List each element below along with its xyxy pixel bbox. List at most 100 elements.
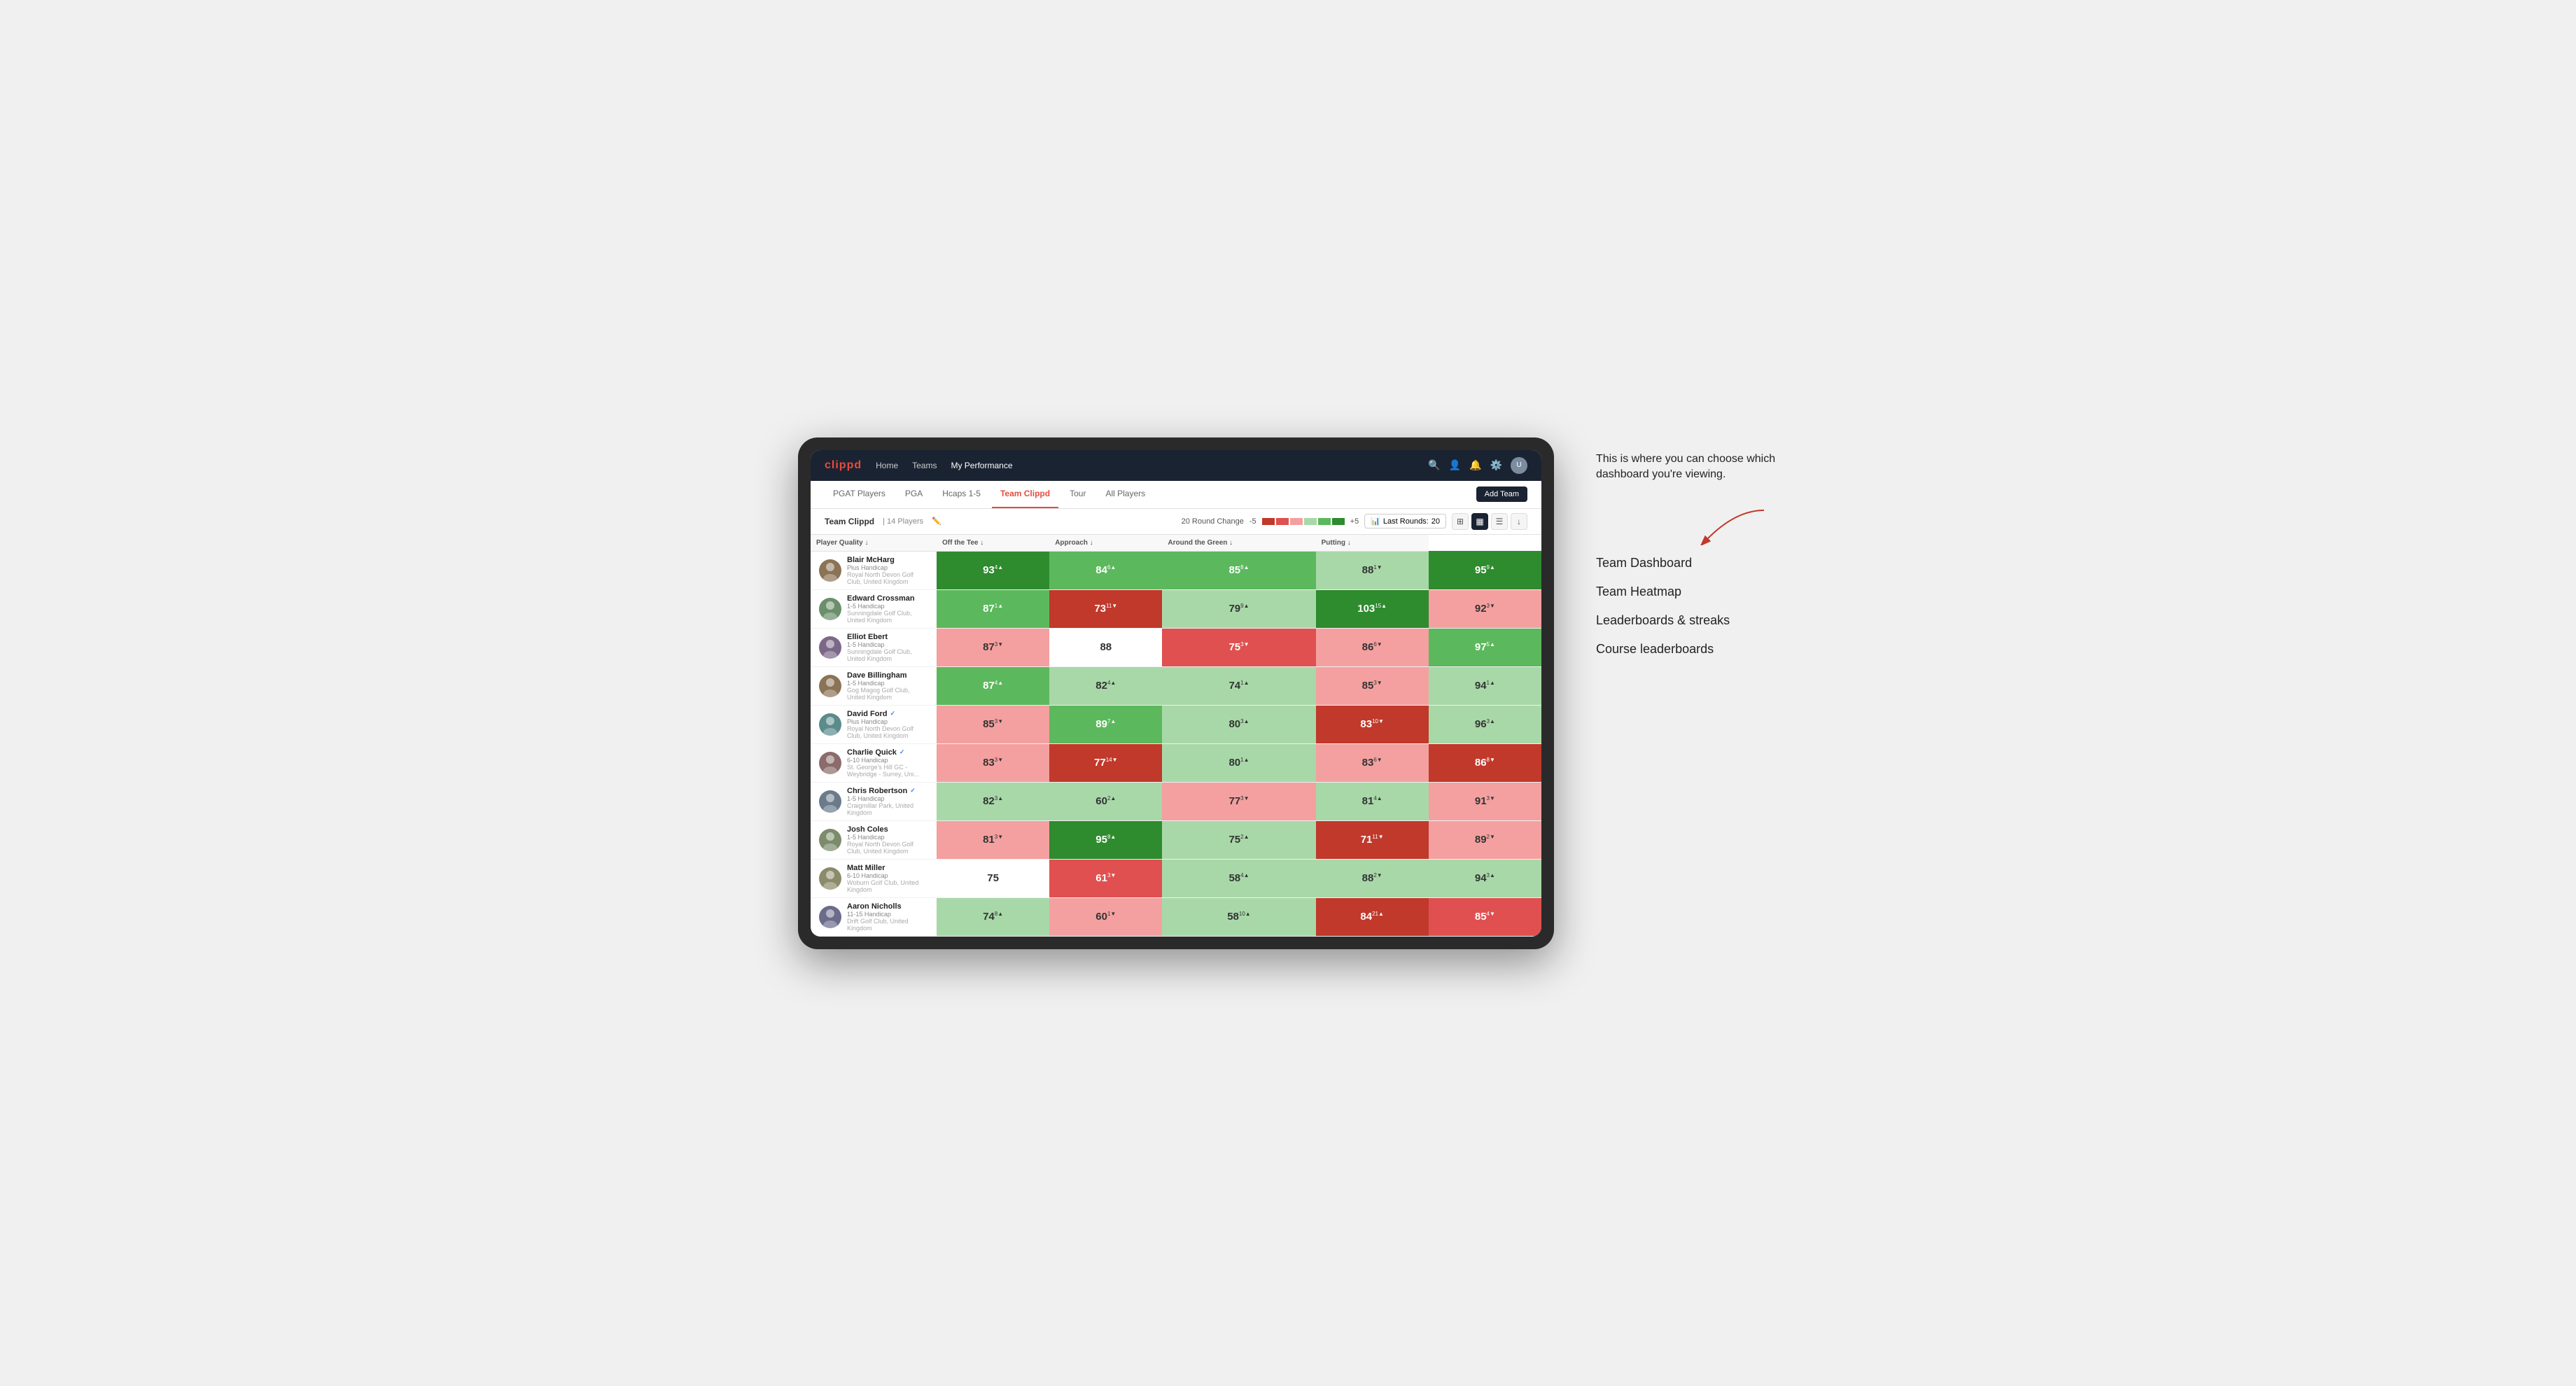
annotation-block: This is where you can choose which dashb…	[1596, 451, 1778, 550]
player-club: Royal North Devon Golf Club, United King…	[847, 841, 928, 855]
list-view-btn[interactable]: ☰	[1491, 513, 1508, 530]
score-value: 82	[983, 795, 995, 807]
score-value: 84	[1360, 911, 1372, 923]
player-name[interactable]: Blair McHarg	[847, 556, 928, 564]
tab-pgat[interactable]: PGAT Players	[825, 481, 894, 508]
score-value: 86	[1362, 641, 1374, 653]
nav-link-teams[interactable]: Teams	[912, 461, 937, 470]
player-name[interactable]: Josh Coles	[847, 825, 928, 834]
player-name[interactable]: Edward Crossman	[847, 594, 928, 603]
stat-cell: 881▼	[1316, 551, 1429, 589]
annotation-callout: This is where you can choose which dashb…	[1596, 451, 1778, 483]
player-avatar	[819, 790, 841, 813]
player-info: Dave Billingham 1-5 Handicap Gog Magog G…	[847, 671, 928, 701]
table-row[interactable]: Dave Billingham 1-5 Handicap Gog Magog G…	[811, 666, 1541, 705]
bell-icon[interactable]: 🔔	[1469, 459, 1481, 471]
score-value: 83	[1360, 718, 1372, 730]
edit-icon[interactable]: ✏️	[932, 517, 941, 526]
score-value: 95	[1475, 564, 1487, 576]
score-value: 79	[1228, 603, 1240, 615]
search-icon[interactable]: 🔍	[1428, 459, 1440, 471]
download-btn[interactable]: ↓	[1511, 513, 1527, 530]
score-value: 60	[1096, 911, 1107, 923]
col-header-player[interactable]: Player Quality ↓	[811, 535, 937, 552]
score-value: 89	[1096, 718, 1107, 730]
table-row[interactable]: Elliot Ebert 1-5 Handicap Sunningdale Go…	[811, 628, 1541, 666]
player-info: Aaron Nicholls 11-15 Handicap Drift Golf…	[847, 902, 928, 932]
last-rounds-button[interactable]: 📊 Last Rounds: 20	[1364, 514, 1446, 528]
stat-cell: 959▲	[1429, 551, 1541, 589]
table-row[interactable]: Blair McHarg Plus Handicap Royal North D…	[811, 551, 1541, 589]
player-name[interactable]: Elliot Ebert	[847, 633, 928, 641]
score-value: 85	[1228, 564, 1240, 576]
player-cell: David Ford ✓ Plus Handicap Royal North D…	[811, 705, 937, 743]
player-info: Matt Miller 6-10 Handicap Woburn Golf Cl…	[847, 864, 928, 893]
user-icon[interactable]: 👤	[1449, 459, 1461, 471]
nav-link-home[interactable]: Home	[876, 461, 898, 470]
stat-cell: 748▲	[937, 897, 1049, 936]
table-row[interactable]: David Ford ✓ Plus Handicap Royal North D…	[811, 705, 1541, 743]
player-cell: Edward Crossman 1-5 Handicap Sunningdale…	[811, 589, 937, 628]
tab-team-clippd[interactable]: Team Clippd	[992, 481, 1058, 508]
tablet-frame: clippd Home Teams My Performance 🔍 👤 🔔 ⚙…	[798, 438, 1554, 949]
add-team-button[interactable]: Add Team	[1476, 486, 1527, 502]
tab-hcaps[interactable]: Hcaps 1-5	[934, 481, 989, 508]
score-value: 87	[983, 680, 995, 692]
table-row[interactable]: Matt Miller 6-10 Handicap Woburn Golf Cl…	[811, 859, 1541, 897]
player-handicap: 1-5 Handicap	[847, 680, 928, 687]
stat-cell: 853▼	[1316, 666, 1429, 705]
plus-val: +5	[1350, 517, 1359, 526]
score-value: 95	[1096, 834, 1107, 846]
player-name[interactable]: Dave Billingham	[847, 671, 928, 680]
red-light-block	[1290, 518, 1303, 525]
stat-cell: 963▲	[1429, 705, 1541, 743]
app-logo: clippd	[825, 459, 862, 472]
col-header-around[interactable]: Around the Green ↓	[1162, 535, 1315, 552]
red-mid-block	[1276, 518, 1289, 525]
score-value: 92	[1475, 603, 1487, 615]
score-value: 91	[1475, 795, 1487, 807]
table-row[interactable]: Josh Coles 1-5 Handicap Royal North Devo…	[811, 820, 1541, 859]
score-value: 75	[987, 872, 999, 884]
player-info: Blair McHarg Plus Handicap Royal North D…	[847, 556, 928, 585]
player-name[interactable]: Aaron Nicholls	[847, 902, 928, 911]
round-change-label: 20 Round Change	[1182, 517, 1244, 526]
player-name[interactable]: Matt Miller	[847, 864, 928, 872]
verified-icon: ✓	[899, 748, 905, 756]
col-header-approach[interactable]: Approach ↓	[1049, 535, 1162, 552]
stat-cell: 741▲	[1162, 666, 1315, 705]
table-row[interactable]: Aaron Nicholls 11-15 Handicap Drift Golf…	[811, 897, 1541, 936]
annotation-items: Team Dashboard Team Heatmap Leaderboards…	[1596, 556, 1778, 657]
stat-cell: 10315▲	[1316, 589, 1429, 628]
player-cell: Chris Robertson ✓ 1-5 Handicap Craigmill…	[811, 782, 937, 820]
player-name[interactable]: Charlie Quick ✓	[847, 748, 928, 757]
player-name[interactable]: Chris Robertson ✓	[847, 787, 928, 795]
table-row[interactable]: Charlie Quick ✓ 6-10 Handicap St. George…	[811, 743, 1541, 782]
stat-cell: 897▲	[1049, 705, 1162, 743]
player-handicap: 1-5 Handicap	[847, 641, 928, 648]
table-row[interactable]: Chris Robertson ✓ 1-5 Handicap Craigmill…	[811, 782, 1541, 820]
stat-cell: 601▼	[1049, 897, 1162, 936]
grid-view-btn[interactable]: ⊞	[1452, 513, 1469, 530]
score-value: 75	[1228, 834, 1240, 846]
col-header-putting[interactable]: Putting ↓	[1316, 535, 1429, 552]
player-avatar	[819, 675, 841, 697]
annotation-team-dashboard: Team Dashboard	[1596, 556, 1778, 570]
score-value: 77	[1094, 757, 1106, 769]
player-handicap: Plus Handicap	[847, 718, 928, 725]
settings-icon[interactable]: ⚙️	[1490, 459, 1502, 471]
tab-pga[interactable]: PGA	[897, 481, 931, 508]
avatar[interactable]: U	[1511, 457, 1527, 474]
col-header-tee[interactable]: Off the Tee ↓	[937, 535, 1049, 552]
score-value: 103	[1357, 603, 1375, 615]
nav-link-performance[interactable]: My Performance	[951, 461, 1012, 470]
heatmap-view-btn[interactable]: ▦	[1471, 513, 1488, 530]
player-club: Gog Magog Golf Club, United Kingdom	[847, 687, 928, 701]
table-row[interactable]: Edward Crossman 1-5 Handicap Sunningdale…	[811, 589, 1541, 628]
score-value: 94	[1475, 680, 1487, 692]
stat-cell: 584▲	[1162, 859, 1315, 897]
player-name[interactable]: David Ford ✓	[847, 710, 928, 718]
tab-all-players[interactable]: All Players	[1097, 481, 1154, 508]
tab-tour[interactable]: Tour	[1061, 481, 1094, 508]
stat-cell: 7714▼	[1049, 743, 1162, 782]
